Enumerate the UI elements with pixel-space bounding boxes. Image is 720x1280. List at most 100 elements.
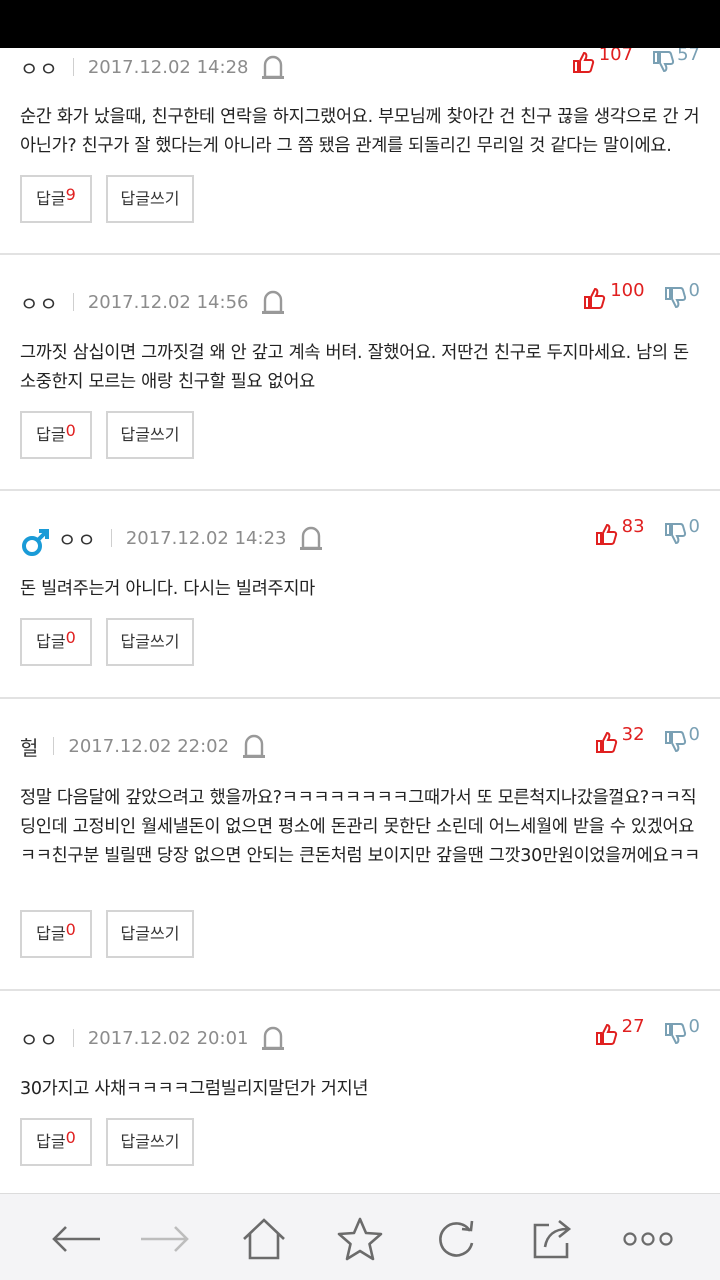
reply-count: 0	[65, 628, 76, 647]
downvote-button[interactable]: 0	[663, 280, 700, 310]
reply-count: 0	[65, 920, 76, 939]
thumbs-up-icon	[595, 1023, 617, 1045]
comment-divider	[0, 697, 720, 699]
write-reply-button[interactable]: 답글쓰기	[106, 1118, 194, 1166]
report-icon[interactable]	[241, 732, 267, 760]
downvote-count: 0	[688, 280, 700, 301]
upvote-button[interactable]: 83	[594, 516, 645, 546]
share-icon[interactable]	[524, 1216, 580, 1262]
comment-date: 2017.12.02 14:28	[87, 56, 249, 78]
comment-author: ㅇㅇ	[20, 56, 59, 81]
downvote-count: 0	[688, 724, 700, 745]
comment-body: 순간 화가 났을때, 친구한테 연락을 하지그랬어요. 부모님께 찾아간 건 친…	[20, 107, 700, 156]
comment-meta: ㅇㅇ 2017.12.02 20:01	[20, 1023, 286, 1053]
comment-meta: 헐 2017.12.02 22:02	[20, 731, 267, 761]
meta-separator	[72, 58, 74, 76]
meta-separator	[72, 1029, 74, 1047]
upvote-count: 32	[621, 724, 645, 745]
forward-arrow-icon[interactable]	[137, 1216, 193, 1262]
vote-area: 27 0	[594, 1016, 700, 1056]
thumbs-up-icon	[595, 731, 617, 753]
upvote-button[interactable]: 100	[582, 280, 645, 310]
write-reply-button[interactable]: 답글쓰기	[106, 175, 194, 223]
meta-separator	[72, 293, 74, 311]
write-reply-button[interactable]: 답글쓰기	[106, 411, 194, 459]
comment-body: 30가지고 사채ㅋㅋㅋㅋ그럼빌리지말던가 거지년	[20, 1079, 369, 1099]
report-icon[interactable]	[298, 524, 324, 552]
status-bar	[0, 0, 720, 48]
vote-area: 100 0	[582, 280, 700, 320]
comment-body: 정말 다음달에 갚았으려고 했을까요?ㅋㅋㅋㅋㅋㅋㅋㅋ그때가서 또 모른척지나갔…	[20, 788, 700, 866]
upvote-count: 83	[621, 516, 645, 537]
reply-button[interactable]: 답글 0	[20, 910, 92, 958]
upvote-button[interactable]: 107	[571, 44, 633, 74]
meta-separator	[53, 737, 55, 755]
upvote-button[interactable]: 32	[594, 724, 645, 754]
reply-label: 답글	[36, 632, 66, 651]
upvote-count: 100	[610, 280, 645, 301]
comment-date: 2017.12.02 22:02	[68, 735, 230, 757]
thumbs-down-icon	[664, 523, 686, 545]
comment-actions: 답글 0 답글쓰기	[20, 411, 208, 459]
thumbs-up-icon	[584, 287, 606, 309]
reply-button[interactable]: 답글 0	[20, 618, 92, 666]
reply-button[interactable]: 답글 0	[20, 1118, 92, 1166]
write-reply-button[interactable]: 답글쓰기	[106, 618, 194, 666]
comment-actions: 답글 0 답글쓰기	[20, 1118, 208, 1166]
reply-count: 0	[65, 421, 76, 440]
downvote-button[interactable]: 0	[663, 1016, 700, 1046]
comment-divider	[0, 489, 720, 491]
comment-author: ㅇㅇ	[20, 1027, 59, 1052]
vote-area: 83 0	[594, 516, 700, 556]
comment-meta: ㅇㅇ 2017.12.02 14:28	[20, 52, 286, 82]
thumbs-down-icon	[653, 51, 675, 73]
comment-date: 2017.12.02 14:56	[87, 291, 249, 313]
report-icon[interactable]	[260, 53, 286, 81]
home-icon[interactable]	[236, 1216, 292, 1262]
comment-body: 그까짓 삼십이면 그까짓걸 왜 안 갚고 계속 버텨. 잘했어요. 저딴건 친구…	[20, 343, 689, 392]
back-arrow-icon[interactable]	[48, 1216, 104, 1262]
thumbs-down-icon	[664, 731, 686, 753]
comment-meta: ㅇㅇ 2017.12.02 14:23	[20, 523, 324, 556]
comment-date: 2017.12.02 20:01	[87, 1027, 249, 1049]
report-icon[interactable]	[260, 1024, 286, 1052]
downvote-count: 0	[688, 1016, 700, 1037]
downvote-button[interactable]: 57	[651, 44, 700, 74]
more-icon[interactable]	[620, 1216, 676, 1262]
comment-author: ㅇㅇ	[58, 527, 97, 552]
downvote-button[interactable]: 0	[663, 516, 700, 546]
vote-area: 107 57	[571, 44, 700, 84]
downvote-button[interactable]: 0	[663, 724, 700, 754]
comment-divider	[0, 989, 720, 991]
meta-separator	[110, 529, 112, 547]
male-icon	[20, 526, 52, 558]
refresh-icon[interactable]	[428, 1216, 484, 1262]
comment-meta: ㅇㅇ 2017.12.02 14:56	[20, 287, 286, 317]
comment-date: 2017.12.02 14:23	[125, 527, 287, 549]
comment-body: 돈 빌려주는거 아니다. 다시는 빌려주지마	[20, 579, 315, 599]
reply-label: 답글	[36, 1132, 66, 1151]
write-reply-button[interactable]: 답글쓰기	[106, 910, 194, 958]
reply-label: 답글	[36, 924, 66, 943]
comment-author: ㅇㅇ	[20, 291, 59, 316]
thumbs-down-icon	[664, 287, 686, 309]
comment-actions: 답글 9 답글쓰기	[20, 175, 208, 223]
vote-area: 32 0	[594, 724, 700, 764]
thumbs-down-icon	[664, 1023, 686, 1045]
comment-actions: 답글 0 답글쓰기	[20, 618, 208, 666]
upvote-count: 27	[621, 1016, 645, 1037]
reply-button[interactable]: 답글 9	[20, 175, 92, 223]
comment-actions: 답글 0 답글쓰기	[20, 910, 208, 958]
reply-count: 0	[65, 1128, 76, 1147]
upvote-button[interactable]: 27	[594, 1016, 645, 1046]
browser-toolbar	[0, 1193, 720, 1280]
reply-label: 답글	[36, 189, 66, 208]
star-icon[interactable]	[332, 1216, 388, 1262]
reply-count: 9	[65, 185, 76, 204]
comment-author: 헐	[20, 735, 40, 760]
thumbs-up-icon	[595, 523, 617, 545]
thumbs-up-icon	[572, 51, 594, 73]
downvote-count: 0	[688, 516, 700, 537]
reply-button[interactable]: 답글 0	[20, 411, 92, 459]
report-icon[interactable]	[260, 288, 286, 316]
